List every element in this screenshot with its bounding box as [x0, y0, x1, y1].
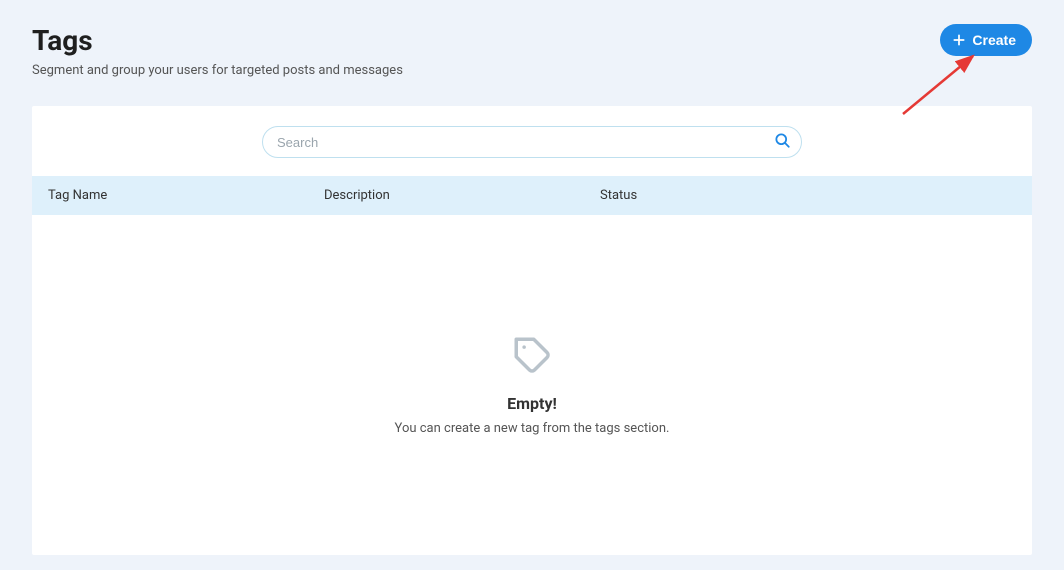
col-header-description: Description	[324, 188, 600, 203]
tags-card: Tag Name Description Status Empty! You c…	[32, 106, 1032, 555]
plus-icon	[952, 33, 966, 47]
search-box[interactable]	[262, 126, 802, 158]
empty-message: You can create a new tag from the tags s…	[395, 421, 670, 436]
col-header-status: Status	[600, 188, 1016, 203]
create-button-label: Create	[972, 32, 1016, 48]
search-icon[interactable]	[773, 131, 791, 153]
tag-icon	[511, 334, 553, 380]
empty-state: Empty! You can create a new tag from the…	[32, 215, 1032, 555]
create-button[interactable]: Create	[940, 24, 1032, 56]
empty-title: Empty!	[507, 394, 557, 413]
search-input[interactable]	[277, 135, 773, 150]
col-header-name: Tag Name	[48, 188, 324, 203]
table-header: Tag Name Description Status	[32, 176, 1032, 215]
page-subtitle: Segment and group your users for targete…	[32, 63, 403, 78]
page-title: Tags	[32, 24, 403, 57]
